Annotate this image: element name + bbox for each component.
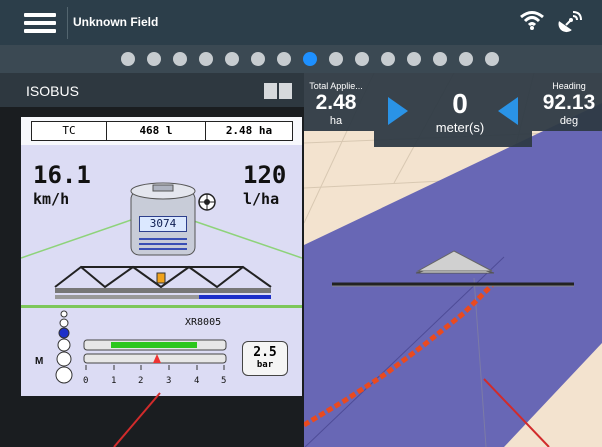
page-dot[interactable] <box>121 52 135 66</box>
guidance-line-segment <box>113 392 161 447</box>
heading-panel[interactable]: Heading 92.13 deg <box>536 81 602 127</box>
page-dot[interactable] <box>459 52 473 66</box>
wifi-icon[interactable] <box>520 10 544 30</box>
top-bar: Unknown Field <box>0 0 602 45</box>
total-applied-label: Total Applie... <box>309 81 363 91</box>
page-dot[interactable] <box>329 52 343 66</box>
page-dot[interactable] <box>173 52 187 66</box>
page-dot[interactable] <box>407 52 421 66</box>
isobus-panel: ISOBUS TC 468 l 2.48 ha 16.1 km/h 120 l/… <box>0 73 304 447</box>
satellite-icon[interactable] <box>557 8 585 36</box>
total-applied-value: 2.48 <box>315 91 357 114</box>
page-indicator <box>0 45 602 73</box>
page-dot-active[interactable] <box>303 52 317 66</box>
offset-value: 0 <box>452 88 468 119</box>
page-dot[interactable] <box>251 52 265 66</box>
offset-unit: meter(s) <box>435 120 485 135</box>
total-applied-unit: ha <box>329 115 343 127</box>
heading-label: Heading <box>552 81 586 91</box>
menu-icon[interactable] <box>24 13 56 33</box>
divider <box>67 7 68 39</box>
page-dot[interactable] <box>225 52 239 66</box>
page-dot[interactable] <box>277 52 291 66</box>
total-applied-panel[interactable]: Total Applie... 2.48 ha <box>304 81 368 127</box>
page-dot[interactable] <box>355 52 369 66</box>
page-dot[interactable] <box>147 52 161 66</box>
guidance-offset: 0 meter(s) <box>410 88 510 135</box>
heading-value: 92.13 <box>542 91 596 114</box>
page-dot[interactable] <box>381 52 395 66</box>
heading-unit: deg <box>559 115 579 127</box>
field-name[interactable]: Unknown Field <box>73 15 158 29</box>
page-dot[interactable] <box>199 52 213 66</box>
page-dot[interactable] <box>485 52 499 66</box>
page-dot[interactable] <box>433 52 447 66</box>
